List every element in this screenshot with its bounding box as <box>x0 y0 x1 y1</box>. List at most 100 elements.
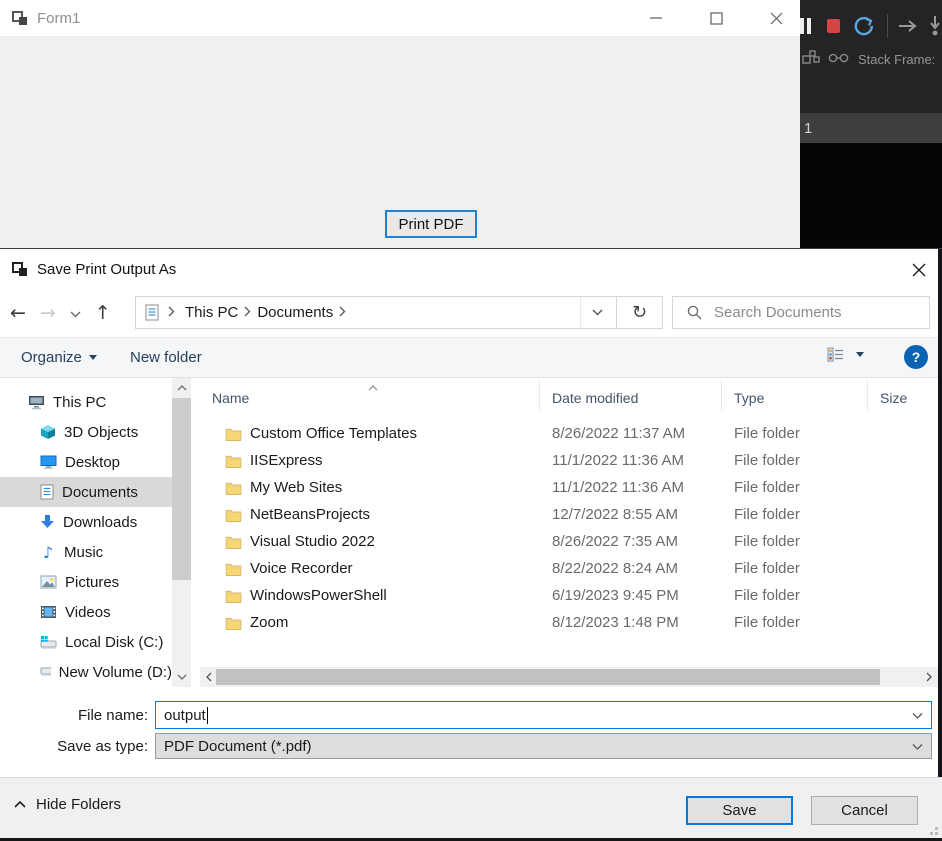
new-folder-button[interactable]: New folder <box>130 338 202 377</box>
recent-locations-chevron-icon[interactable] <box>70 305 81 322</box>
pictures-icon <box>40 575 57 589</box>
local-disk-icon <box>40 635 57 650</box>
forward-button[interactable]: → <box>40 304 56 323</box>
folder-icon <box>225 454 242 468</box>
sidebar-item-local-disk-c[interactable]: Local Disk (C:) <box>0 627 172 657</box>
chevron-right-icon[interactable] <box>168 304 175 321</box>
column-headers: Name Date modified Type Size <box>200 380 938 411</box>
table-row[interactable]: Visual Studio 2022 8/26/2022 7:35 AM Fil… <box>200 528 938 555</box>
horizontal-scrollbar[interactable] <box>200 667 938 687</box>
dialog-titlebar[interactable]: Save Print Output As <box>0 249 942 289</box>
dialog-title: Save Print Output As <box>37 261 176 278</box>
stop-debug-icon[interactable] <box>827 19 840 33</box>
scroll-up-icon[interactable] <box>172 379 191 397</box>
chevron-right-icon[interactable] <box>339 304 346 321</box>
chevron-right-icon[interactable] <box>244 304 251 321</box>
file-name-label: File name: <box>0 707 148 724</box>
form-window-title: Form1 <box>37 10 80 27</box>
column-header-date-modified[interactable]: Date modified <box>540 380 722 411</box>
stack-frame-row[interactable]: 1 <box>800 113 942 143</box>
organize-button[interactable]: Organize <box>21 338 97 377</box>
table-row[interactable]: Custom Office Templates 8/26/2022 11:37 … <box>200 420 938 447</box>
table-row[interactable]: WindowsPowerShell 6/19/2023 9:45 PM File… <box>200 582 938 609</box>
folder-location-icon <box>144 304 160 322</box>
save-as-type-label: Save as type: <box>0 738 148 755</box>
restart-icon[interactable] <box>853 15 875 37</box>
folder-icon <box>225 616 242 630</box>
step-into-icon[interactable] <box>928 15 942 37</box>
pause-icon[interactable] <box>800 18 811 34</box>
chevron-down-icon[interactable] <box>912 707 923 724</box>
table-row[interactable]: My Web Sites 11/1/2022 11:36 AM File fol… <box>200 474 938 501</box>
form-app-icon <box>12 11 29 26</box>
save-button[interactable]: Save <box>686 796 793 825</box>
form1-window: Form1 Print PDF <box>0 0 800 248</box>
column-header-name[interactable]: Name <box>200 380 540 411</box>
chevron-up-icon <box>14 801 26 808</box>
file-name-input[interactable]: output <box>155 701 932 729</box>
dialog-app-icon <box>12 262 29 277</box>
folder-icon <box>225 427 242 441</box>
text-caret <box>207 707 208 724</box>
save-dialog: Save Print Output As ← → ↑ This PC Docum… <box>0 248 942 841</box>
address-dropdown-chevron-icon[interactable] <box>580 297 614 328</box>
refresh-icon[interactable]: ↻ <box>616 297 662 328</box>
folder-icon <box>225 535 242 549</box>
sidebar-item-new-volume-d[interactable]: New Volume (D:) <box>0 657 172 687</box>
cancel-button[interactable]: Cancel <box>811 796 918 825</box>
dialog-bottom-bar: Hide Folders Save Cancel <box>0 777 942 841</box>
navigation-bar: ← → ↑ This PC Documents ↻ <box>0 289 942 337</box>
search-input[interactable] <box>714 304 929 321</box>
chevron-down-icon[interactable] <box>912 738 923 755</box>
scrollbar-thumb[interactable] <box>216 669 880 685</box>
sidebar-item-videos[interactable]: Videos <box>0 597 172 627</box>
process-icon[interactable] <box>802 50 820 69</box>
sidebar-item-desktop[interactable]: Desktop <box>0 447 172 477</box>
resize-grip[interactable] <box>927 824 939 836</box>
step-over-icon[interactable] <box>898 19 918 33</box>
sidebar-scrollbar[interactable] <box>172 378 191 687</box>
sidebar-item-music[interactable]: ♪ Music <box>0 537 172 567</box>
downloads-icon <box>40 514 55 530</box>
vs-empty-panel <box>800 143 942 248</box>
sidebar-item-this-pc[interactable]: This PC <box>0 387 172 417</box>
scrollbar-thumb[interactable] <box>172 398 191 580</box>
up-button[interactable]: ↑ <box>95 304 111 323</box>
back-button[interactable]: ← <box>10 304 26 323</box>
sidebar-item-3d-objects[interactable]: 3D Objects <box>0 417 172 447</box>
dialog-close-icon[interactable] <box>908 259 930 281</box>
view-mode-button[interactable] <box>827 347 864 362</box>
table-row[interactable]: Voice Recorder 8/22/2022 8:24 AM File fo… <box>200 555 938 582</box>
music-icon: ♪ <box>40 543 56 562</box>
scroll-down-icon[interactable] <box>172 668 191 686</box>
stack-frame-label: Stack Frame: <box>858 52 935 67</box>
save-as-type-select[interactable]: PDF Document (*.pdf) <box>155 733 932 759</box>
hide-folders-button[interactable]: Hide Folders <box>14 796 121 813</box>
search-box[interactable] <box>672 296 930 329</box>
column-header-size[interactable]: Size <box>868 380 938 411</box>
sidebar-item-documents[interactable]: Documents <box>0 477 172 507</box>
sidebar-item-pictures[interactable]: Pictures <box>0 567 172 597</box>
command-bar: Organize New folder ? <box>0 337 942 378</box>
print-pdf-button[interactable]: Print PDF <box>385 210 477 238</box>
form1-titlebar[interactable]: Form1 <box>0 0 800 36</box>
chevron-down-icon <box>856 352 864 357</box>
navigation-pane: This PC 3D Objects Desktop Documents Dow… <box>0 378 172 687</box>
maximize-button[interactable] <box>704 6 728 30</box>
breadcrumb-documents[interactable]: Documents <box>251 297 339 328</box>
sidebar-item-downloads[interactable]: Downloads <box>0 507 172 537</box>
close-button[interactable] <box>764 6 788 30</box>
help-button[interactable]: ? <box>904 345 928 369</box>
breadcrumb-this-pc[interactable]: This PC <box>179 297 244 328</box>
breadcrumb[interactable]: This PC Documents ↻ <box>135 296 663 329</box>
scroll-right-icon[interactable] <box>920 667 938 687</box>
minimize-button[interactable] <box>644 6 668 30</box>
chevron-down-icon <box>89 355 97 360</box>
table-row[interactable]: IISExpress 11/1/2022 11:36 AM File folde… <box>200 447 938 474</box>
table-row[interactable]: Zoom 8/12/2023 1:48 PM File folder <box>200 609 938 636</box>
column-header-type[interactable]: Type <box>722 380 868 411</box>
folder-icon <box>225 481 242 495</box>
watch-glasses-icon[interactable] <box>828 52 850 67</box>
table-row[interactable]: NetBeansProjects 12/7/2022 8:55 AM File … <box>200 501 938 528</box>
folder-icon <box>225 589 242 603</box>
